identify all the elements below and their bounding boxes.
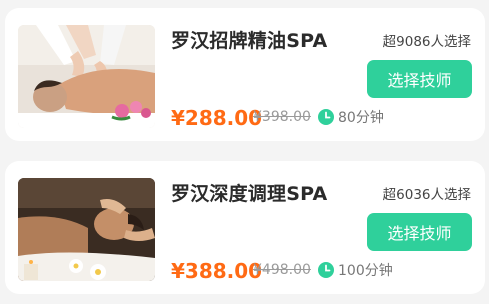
duration-text: 80分钟 (338, 110, 384, 126)
face-massage-photo (18, 178, 155, 281)
service-card[interactable]: 罗汉招牌精油SPA 超9086人选择 选择技师 ¥288.00 ¥398.00 … (5, 8, 485, 141)
clock-icon (318, 262, 334, 278)
current-price: ¥388.00 (171, 259, 263, 283)
duration: 100分钟 (318, 260, 393, 280)
chosen-count: 超6036人选择 (382, 187, 471, 203)
original-price: ¥498.00 (253, 262, 311, 278)
service-title: 罗汉深度调理SPA (171, 183, 328, 205)
select-therapist-button[interactable]: 选择技师 (367, 213, 472, 251)
duration-text: 100分钟 (338, 263, 393, 279)
service-card[interactable]: 罗汉深度调理SPA 超6036人选择 选择技师 ¥388.00 ¥498.00 … (5, 161, 485, 294)
service-title: 罗汉招牌精油SPA (171, 30, 328, 52)
select-therapist-button[interactable]: 选择技师 (367, 60, 472, 98)
current-price: ¥288.00 (171, 106, 263, 130)
duration: 80分钟 (318, 107, 384, 127)
service-list: 罗汉招牌精油SPA 超9086人选择 选择技师 ¥288.00 ¥398.00 … (0, 0, 489, 304)
service-image[interactable] (18, 25, 155, 128)
clock-icon (318, 109, 334, 125)
chosen-count: 超9086人选择 (382, 34, 471, 50)
back-massage-photo (18, 25, 155, 128)
original-price: ¥398.00 (253, 109, 311, 125)
service-image[interactable] (18, 178, 155, 281)
